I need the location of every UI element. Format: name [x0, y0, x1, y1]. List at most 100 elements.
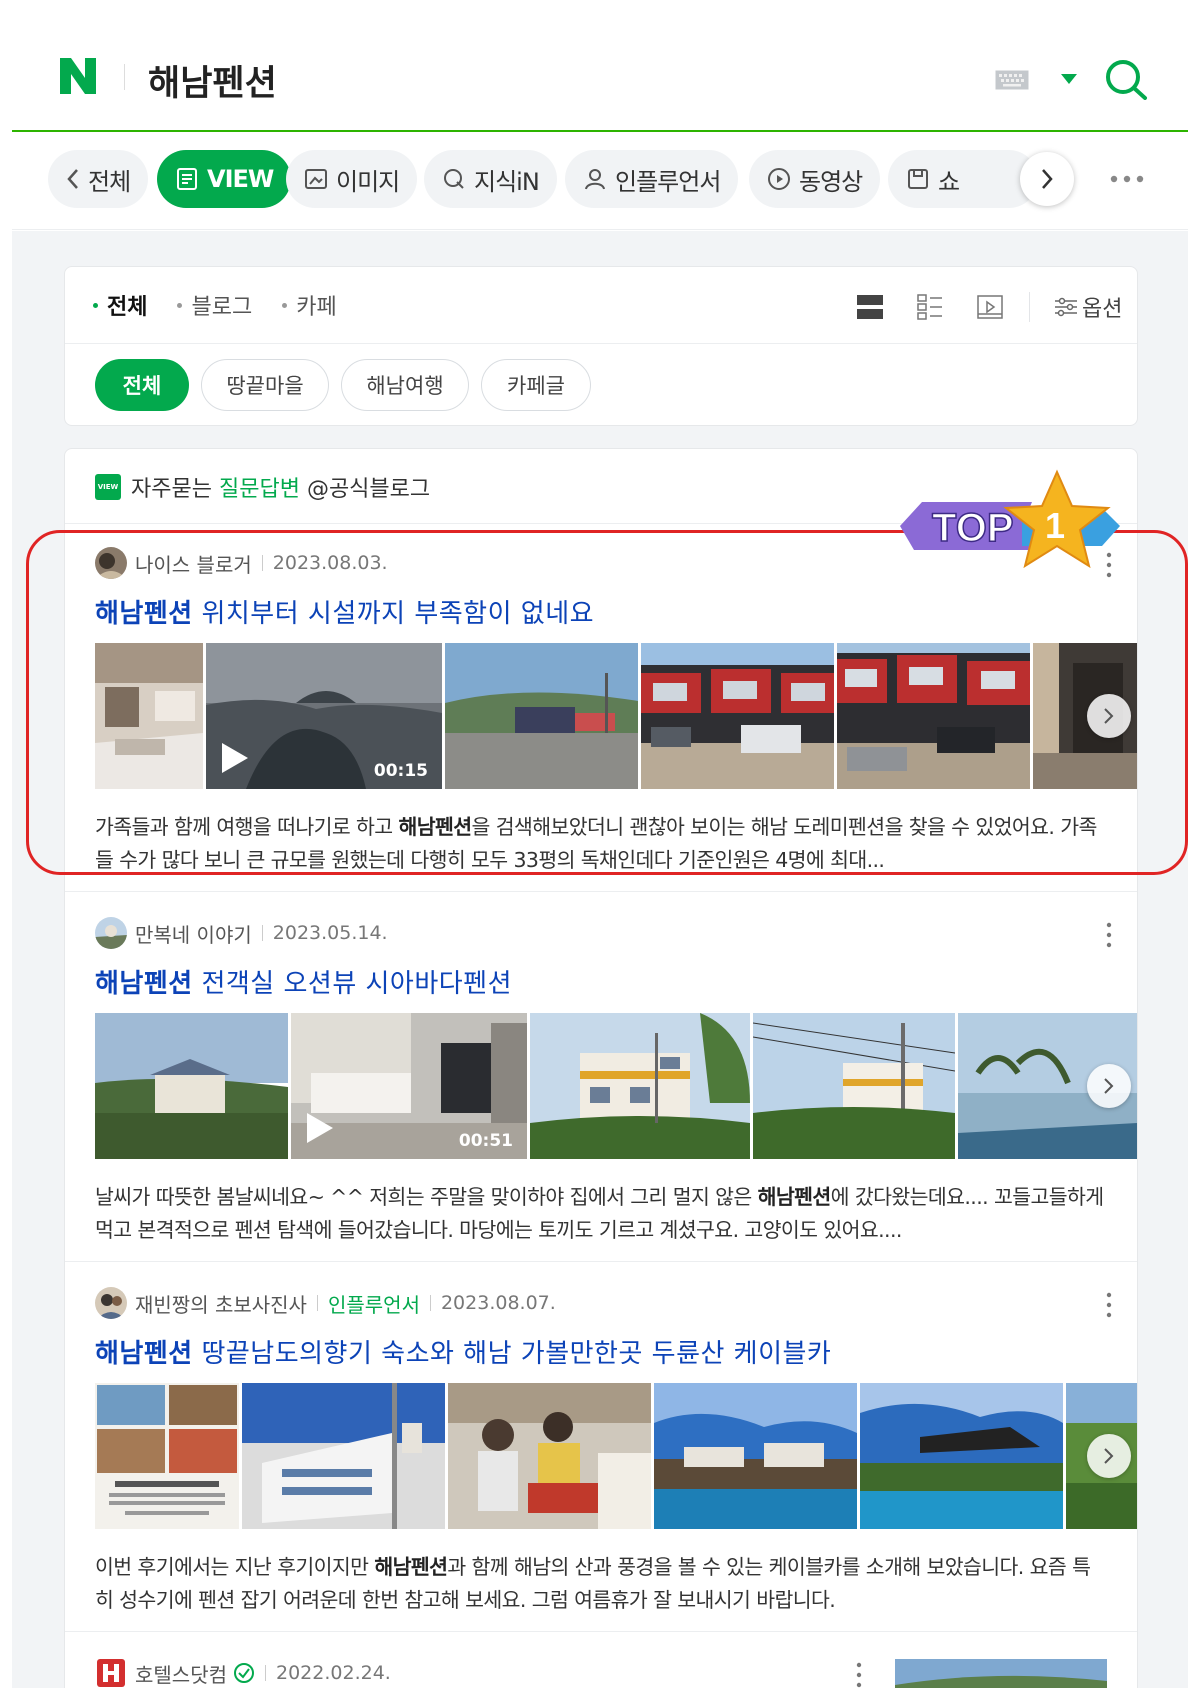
- result-post: 만복네 이야기 2023.05.14. 해남펜션 전객실 오션뷰 시아바다펜션 …: [65, 917, 1137, 1242]
- thumbnail-image[interactable]: [448, 1383, 651, 1529]
- gallery-next-button[interactable]: [1087, 1064, 1131, 1108]
- post-date: 2023.08.07.: [440, 1292, 556, 1314]
- top-badge-text: TOP: [932, 506, 1014, 550]
- post-description: 날씨가 따뜻한 봄날씨네요~ ^^ 저희는 주말을 맞이하야 집에서 그리 멀지…: [95, 1181, 1105, 1247]
- view-results-card: VIEW 자주묻는 질문답변 @공식블로그 나이스 블로거 2023.08.03…: [64, 448, 1138, 1688]
- naver-logo-icon[interactable]: [58, 56, 98, 96]
- thumbnail-image[interactable]: [95, 643, 203, 789]
- sliders-icon: [1055, 297, 1077, 317]
- post-title-link[interactable]: 해남펜션 전객실 오션뷰 시아바다펜션: [95, 963, 512, 1000]
- tab-label: 동영상: [799, 167, 863, 196]
- subtab-all[interactable]: 전체: [93, 289, 147, 321]
- chevron-left-icon: [67, 169, 78, 189]
- view-mode-switcher: 옵션: [855, 291, 1122, 323]
- gallery-next-button[interactable]: [1087, 694, 1131, 738]
- more-vertical-icon[interactable]: [1105, 1291, 1113, 1319]
- thumbnail-image[interactable]: [242, 1383, 445, 1529]
- avatar[interactable]: [95, 917, 127, 949]
- result-post: 나이스 블로거 2023.08.03. 해남펜션 위치부터 시설까지 부족함이 …: [65, 547, 1137, 872]
- header-divider: [124, 64, 125, 90]
- author-name[interactable]: 나이스 블로거: [135, 549, 252, 578]
- desc-keyword: 해남펜션: [757, 1185, 832, 1209]
- thumbnail-image[interactable]: [530, 1013, 750, 1159]
- tab-label: 인플루언서: [615, 167, 721, 196]
- chip-all[interactable]: 전체: [95, 359, 189, 411]
- search-query[interactable]: 해남펜션: [148, 55, 277, 106]
- post-date: 2023.05.14.: [272, 922, 388, 944]
- author-name[interactable]: 재빈짱의 초보사진사: [135, 1289, 307, 1318]
- meta-divider: [429, 1295, 431, 1311]
- post-meta: 재빈짱의 초보사진사 인플루언서 2023.08.07.: [95, 1287, 556, 1319]
- influencer-label[interactable]: 인플루언서: [328, 1289, 420, 1318]
- avatar[interactable]: [95, 547, 127, 579]
- keyboard-icon[interactable]: [995, 70, 1029, 90]
- tab-view[interactable]: VIEW: [157, 150, 292, 208]
- title-text: 땅끝남도의향기 숙소와 해남 가볼만한곳 두륜산 케이블카: [192, 1339, 832, 1369]
- chevron-right-icon: [1104, 1448, 1114, 1464]
- thumbnail-image[interactable]: [641, 643, 834, 789]
- thumbnail-image[interactable]: [445, 643, 638, 789]
- chevron-down-icon[interactable]: [1060, 73, 1078, 85]
- section-title-highlight[interactable]: 질문답변: [219, 471, 300, 503]
- post-title-link[interactable]: 해남펜션 위치부터 시설까지 부족함이 없네요: [95, 593, 594, 630]
- tab-images[interactable]: 이미지: [286, 150, 418, 208]
- list-view-icon[interactable]: [855, 293, 885, 321]
- tab-label: 지식iN: [474, 167, 540, 196]
- subtab-label: 전체: [107, 295, 148, 320]
- chip-ttangkkeut[interactable]: 땅끝마을: [201, 359, 329, 411]
- thumbnail-image[interactable]: [860, 1383, 1063, 1529]
- tab-all[interactable]: 전체: [48, 150, 149, 208]
- post-date: 2023.08.03.: [272, 552, 388, 574]
- post-divider: [65, 891, 1137, 892]
- subtab-cafe[interactable]: 카페: [282, 289, 337, 321]
- title-keyword: 해남펜션: [95, 969, 193, 999]
- tab-kin[interactable]: 지식iN: [424, 150, 557, 208]
- chip-haenam-travel[interactable]: 해남여행: [341, 359, 469, 411]
- search-header: 해남펜션: [12, 0, 1188, 132]
- gallery-next-button[interactable]: [1087, 1434, 1131, 1478]
- tab-label: 전체: [88, 167, 131, 196]
- more-vertical-icon[interactable]: [1105, 921, 1113, 949]
- chip-cafe-posts[interactable]: 카페글: [481, 359, 591, 411]
- options-button[interactable]: 옵션: [1054, 291, 1122, 323]
- thumbnail-image[interactable]: [837, 643, 1030, 789]
- thumbnail-image[interactable]: [95, 1383, 239, 1529]
- title-text: 위치부터 시설까지 부족함이 없네요: [192, 599, 595, 629]
- post-divider: [65, 1631, 1137, 1632]
- search-icon[interactable]: [1104, 58, 1148, 100]
- thumbnail-image[interactable]: [753, 1013, 955, 1159]
- post-title-link[interactable]: 해남펜션 땅끝남도의향기 숙소와 해남 가볼만한곳 두륜산 케이블카: [95, 1333, 831, 1370]
- thumbnail-strip: 00:51: [95, 1013, 1137, 1159]
- chevron-right-icon: [1042, 169, 1053, 189]
- hotels-logo-icon[interactable]: [95, 1657, 127, 1688]
- avatar[interactable]: [95, 1287, 127, 1319]
- tab-scroll-next-button[interactable]: [1020, 152, 1074, 206]
- view-badge-icon: VIEW: [95, 474, 121, 500]
- subtab-list: 전체 블로그 카페: [93, 289, 367, 321]
- meta-divider: [261, 925, 263, 941]
- toolbar-divider: [1029, 292, 1030, 322]
- post-description: 가족들과 함께 여행을 떠나기로 하고 해남펜션을 검색해보았더니 괜찮아 보이…: [95, 811, 1105, 877]
- author-name[interactable]: 만복네 이야기: [135, 919, 252, 948]
- thumbnail-strip: [95, 1383, 1137, 1529]
- section-title-suffix: @공식블로그: [306, 477, 431, 502]
- tab-video[interactable]: 동영상: [749, 150, 881, 208]
- video-thumbnail[interactable]: 00:15: [206, 643, 442, 789]
- thumbnail-image[interactable]: [895, 1659, 1107, 1688]
- thumbnail-view-icon[interactable]: [915, 293, 945, 321]
- subtab-label: 블로그: [191, 295, 253, 320]
- meta-divider: [261, 555, 263, 571]
- thumbnail-image[interactable]: [95, 1013, 288, 1159]
- video-thumbnail[interactable]: 00:51: [291, 1013, 527, 1159]
- thumbnail-image[interactable]: [654, 1383, 857, 1529]
- more-options-icon[interactable]: [1102, 162, 1152, 196]
- tab-influencer[interactable]: 인플루언서: [565, 150, 739, 208]
- play-circle-icon: [768, 168, 790, 190]
- video-duration: 00:51: [458, 1131, 513, 1151]
- desc-text: 이번 후기에서는 지난 후기이지만: [95, 1555, 375, 1579]
- author-name[interactable]: 호텔스닷컴: [135, 1659, 227, 1688]
- subtab-blog[interactable]: 블로그: [177, 289, 252, 321]
- tab-shopping[interactable]: 쇼: [888, 150, 1038, 208]
- video-view-icon[interactable]: [975, 293, 1005, 321]
- more-vertical-icon[interactable]: [855, 1661, 863, 1688]
